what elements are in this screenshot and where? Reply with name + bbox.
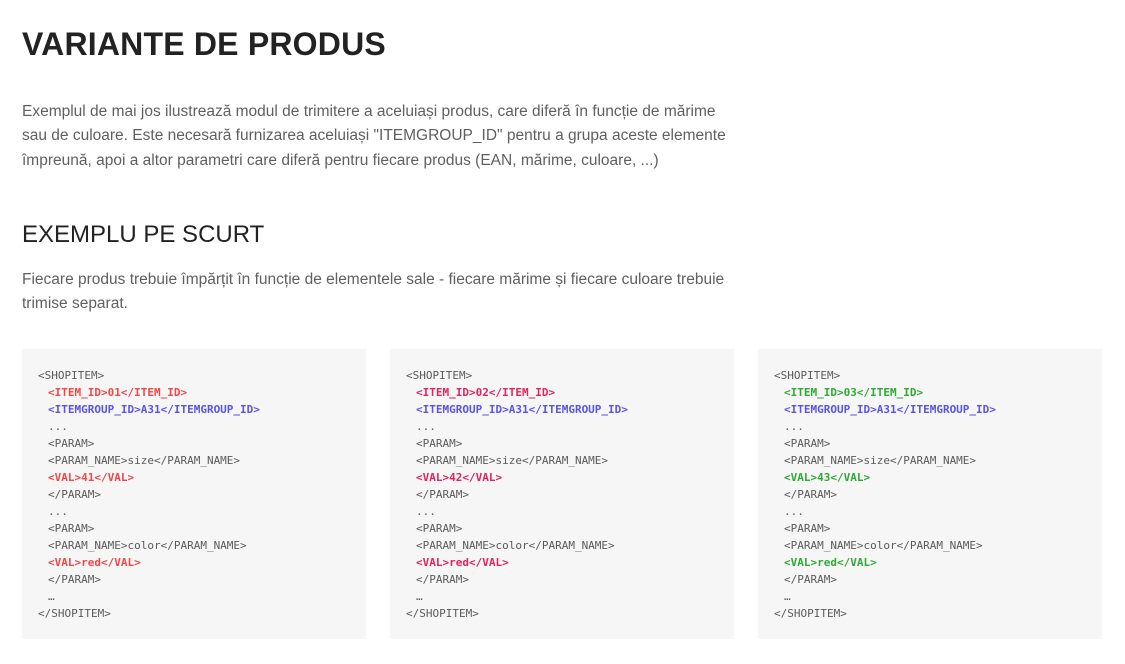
code-line: </SHOPITEM> [774,607,847,620]
code-line: <PARAM> [48,437,95,450]
code-line: </PARAM> [416,573,469,586]
code-line-val: <VAL>red</VAL> [784,556,877,569]
code-line: <PARAM> [784,437,831,450]
code-line-val: <VAL>42</VAL> [416,471,503,484]
code-line: <PARAM_NAME>color</PARAM_NAME> [784,539,983,552]
code-line: </PARAM> [416,488,469,501]
code-example-2: <SHOPITEM> <ITEM_ID>02</ITEM_ID> <ITEMGR… [390,349,734,639]
code-line: <PARAM_NAME>size</PARAM_NAME> [48,454,241,467]
code-line: </PARAM> [784,573,837,586]
code-line: <SHOPITEM> [406,369,473,382]
page: VARIANTE DE PRODUS Exemplul de mai jos i… [0,0,1125,664]
code-line-val: <VAL>red</VAL> [416,556,509,569]
code-line: ... [416,505,436,518]
code-line: <PARAM> [48,522,95,535]
code-line: </SHOPITEM> [406,607,479,620]
code-line: <PARAM_NAME>color</PARAM_NAME> [48,539,247,552]
code-line: <PARAM> [416,522,463,535]
code-example-1: <SHOPITEM> <ITEM_ID>01</ITEM_ID> <ITEMGR… [22,349,366,639]
code-line-item-id: <ITEM_ID>01</ITEM_ID> [48,386,188,399]
code-line: <PARAM_NAME>size</PARAM_NAME> [416,454,609,467]
code-line: </SHOPITEM> [38,607,111,620]
code-line: ... [784,505,804,518]
code-line-val: <VAL>red</VAL> [48,556,141,569]
code-line: … [48,590,55,603]
code-line: ... [784,420,804,433]
code-line-item-id: <ITEM_ID>02</ITEM_ID> [416,386,556,399]
code-line: … [784,590,791,603]
code-line: <SHOPITEM> [774,369,841,382]
page-title: VARIANTE DE PRODUS [22,26,386,62]
code-line: ... [48,420,68,433]
code-line-itemgroup-id: <ITEMGROUP_ID>A31</ITEMGROUP_ID> [48,403,260,416]
code-line: ... [48,505,68,518]
intro-paragraph: Exemplul de mai jos ilustrează modul de … [22,103,726,169]
code-line: </PARAM> [784,488,837,501]
code-example-3: <SHOPITEM> <ITEM_ID>03</ITEM_ID> <ITEMGR… [758,349,1102,639]
code-line: </PARAM> [48,573,101,586]
section-description: Fiecare produs trebuie împărțit în funcț… [22,271,725,313]
code-line: </PARAM> [48,488,101,501]
section-title: EXEMPLU PE SCURT [22,221,265,248]
code-line: ... [416,420,436,433]
code-line: … [416,590,423,603]
code-line-val: <VAL>43</VAL> [784,471,871,484]
code-line-itemgroup-id: <ITEMGROUP_ID>A31</ITEMGROUP_ID> [784,403,996,416]
code-line: <PARAM_NAME>size</PARAM_NAME> [784,454,977,467]
code-line: <PARAM> [416,437,463,450]
code-line-itemgroup-id: <ITEMGROUP_ID>A31</ITEMGROUP_ID> [416,403,628,416]
code-line: <PARAM> [784,522,831,535]
code-line-val: <VAL>41</VAL> [48,471,135,484]
code-line: <SHOPITEM> [38,369,105,382]
code-line-item-id: <ITEM_ID>03</ITEM_ID> [784,386,924,399]
code-line: <PARAM_NAME>color</PARAM_NAME> [416,539,615,552]
